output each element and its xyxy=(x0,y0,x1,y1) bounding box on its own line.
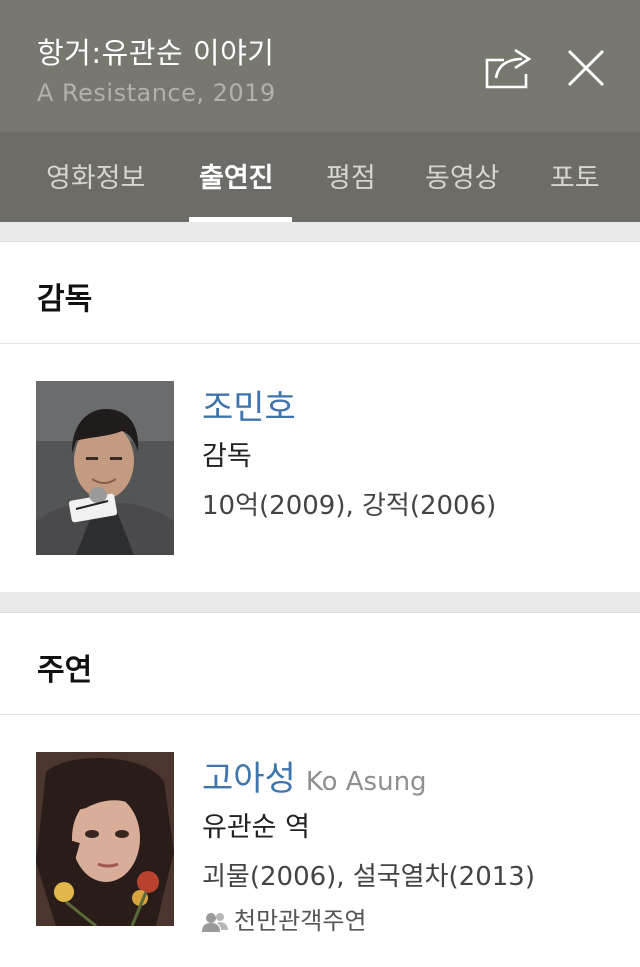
app-header: 항거:유관순 이야기 A Resistance, 2019 xyxy=(0,0,640,132)
actor-name-english: Ko Asung xyxy=(305,767,427,797)
section-title: 주연 xyxy=(37,653,93,688)
badge-label: 천만관객주연 xyxy=(234,907,367,935)
director-name-link[interactable]: 조민호 xyxy=(202,380,296,429)
director-photo xyxy=(36,381,174,555)
actor-badge: 천만관객주연 xyxy=(202,901,366,936)
close-icon xyxy=(567,49,605,87)
tab-cast[interactable]: 출연진 xyxy=(199,156,274,195)
actor-filmography: 괴물(2006), 설국열차(2013) xyxy=(202,862,535,892)
share-button[interactable] xyxy=(484,46,534,90)
movie-title: 항거:유관순 이야기 xyxy=(37,36,275,70)
tab-photo[interactable]: 포토 xyxy=(550,156,600,195)
lead-cast-section-heading: 주연 xyxy=(0,613,640,715)
tab-video[interactable]: 동영상 xyxy=(425,156,500,195)
section-divider xyxy=(0,592,640,613)
director-section-heading: 감독 xyxy=(0,242,640,344)
actor-name[interactable]: 고아성 xyxy=(202,759,296,799)
tab-bar: 영화정보 출연진 평점 동영상 포토 xyxy=(0,132,640,222)
section-title: 감독 xyxy=(37,282,93,317)
lead-cast-list-item[interactable]: 고아성 Ko Asung 유관순 역 괴물(2006), 설국열차(2013) 천… xyxy=(0,715,640,967)
section-divider xyxy=(0,222,640,242)
director-filmography: 10억(2009), 강적(2006) xyxy=(202,491,497,521)
share-icon xyxy=(485,48,532,89)
director-role: 감독 xyxy=(202,441,252,472)
people-icon xyxy=(202,913,228,932)
actor-role: 유관순 역 xyxy=(202,812,310,843)
close-button[interactable] xyxy=(566,48,606,88)
tab-rating[interactable]: 평점 xyxy=(326,156,376,195)
movie-subtitle: A Resistance, 2019 xyxy=(37,79,276,107)
tab-movie-info[interactable]: 영화정보 xyxy=(46,156,145,195)
director-list-item[interactable]: 조민호 감독 10억(2009), 강적(2006) xyxy=(0,344,640,592)
actor-photo xyxy=(36,752,174,926)
actor-name-link[interactable]: 고아성 Ko Asung xyxy=(202,751,427,800)
